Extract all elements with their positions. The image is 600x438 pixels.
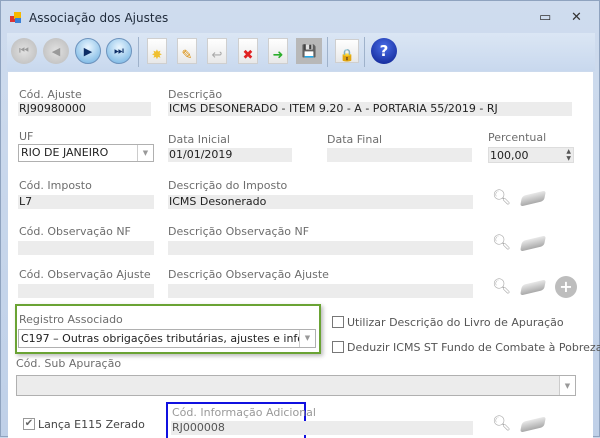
undo-icon: ↩ bbox=[207, 38, 227, 64]
previous-record-button[interactable]: ◀ bbox=[42, 36, 70, 66]
uf-select[interactable]: RIO DE JANEIRO ▼ bbox=[18, 144, 154, 162]
registro-value: C197 – Outras obrigações tributárias, aj… bbox=[21, 332, 316, 345]
undo-button[interactable]: ↩ bbox=[203, 36, 231, 66]
deduzir-label: Deduzir ICMS ST Fundo de Combate à Pobre… bbox=[347, 341, 600, 354]
close-button[interactable]: ✕ bbox=[571, 10, 582, 25]
save-button[interactable]: 💾 bbox=[295, 36, 323, 66]
data-inicial-label: Data Inicial bbox=[168, 133, 230, 146]
search-icon[interactable]: 🔍︎ bbox=[492, 188, 511, 206]
chevron-down-icon[interactable]: ▼ bbox=[559, 376, 575, 395]
utilizar-desc-label: Utilizar Descrição do Livro de Apuração bbox=[347, 316, 564, 329]
percentual-label: Percentual bbox=[488, 131, 547, 144]
toolbar: ⏮ ◀ ▶ ⏭ ✸ ✎ ↩ ✖ ➜ 💾 🔒 ? bbox=[7, 33, 595, 71]
cod-ajuste-label: Cód. Ajuste bbox=[19, 88, 82, 101]
minimize-button[interactable]: ▭ bbox=[539, 10, 551, 25]
sub-apuracao-label: Cód. Sub Apuração bbox=[16, 357, 122, 370]
confirm-arrow-icon: ➜ bbox=[268, 38, 288, 64]
desc-obs-ajuste-label: Descrição Observação Ajuste bbox=[168, 268, 329, 281]
next-icon: ▶ bbox=[75, 38, 101, 64]
last-record-button[interactable]: ⏭ bbox=[105, 36, 133, 66]
lock-icon: 🔒 bbox=[335, 39, 359, 63]
cod-obs-ajuste-label: Cód. Observação Ajuste bbox=[19, 268, 151, 281]
pencil-icon: ✎ bbox=[177, 38, 197, 64]
descricao-label: Descrição bbox=[168, 88, 223, 101]
percentual-input[interactable]: 100,00 ▲ ▼ bbox=[488, 147, 574, 163]
data-inicial-input[interactable]: 01/01/2019 bbox=[168, 148, 292, 162]
delete-icon: ✖ bbox=[238, 38, 258, 64]
data-final-input[interactable] bbox=[327, 148, 472, 162]
app-icon bbox=[10, 12, 22, 24]
desc-imposto-label: Descrição do Imposto bbox=[168, 179, 288, 192]
chevron-down-icon[interactable]: ▼ bbox=[137, 145, 153, 161]
help-icon: ? bbox=[371, 38, 397, 64]
lanca-e115-label: Lança E115 Zerado bbox=[38, 418, 145, 431]
search-icon[interactable]: 🔍︎ bbox=[492, 414, 511, 432]
cod-obs-ajuste-input[interactable] bbox=[18, 284, 154, 298]
desc-obs-nf-label: Descrição Observação NF bbox=[168, 225, 310, 238]
confirm-button[interactable]: ➜ bbox=[264, 36, 292, 66]
registro-select[interactable]: C197 – Outras obrigações tributárias, aj… bbox=[18, 329, 316, 348]
save-disk-icon: 💾 bbox=[296, 38, 322, 64]
chevron-down-icon[interactable]: ▼ bbox=[299, 330, 315, 347]
window-title: Associação dos Ajustes bbox=[29, 11, 169, 25]
deduzir-checkbox[interactable] bbox=[332, 341, 344, 353]
delete-button[interactable]: ✖ bbox=[234, 36, 262, 66]
new-button[interactable]: ✸ bbox=[143, 36, 171, 66]
lock-button[interactable]: 🔒 bbox=[333, 36, 361, 66]
desc-imposto-input[interactable]: ICMS Desonerado bbox=[168, 195, 473, 209]
search-icon[interactable]: 🔍︎ bbox=[492, 277, 511, 295]
cod-info-adic-label: Cód. Informação Adicional bbox=[172, 406, 316, 419]
new-document-icon: ✸ bbox=[147, 38, 167, 64]
lanca-e115-checkbox[interactable]: ✔ bbox=[23, 418, 35, 430]
first-icon: ⏮ bbox=[11, 38, 37, 64]
uf-label: UF bbox=[19, 130, 34, 143]
window: Associação dos Ajustes ▭ ✕ ⏮ ◀ ▶ ⏭ ✸ ✎ ↩… bbox=[0, 0, 600, 438]
search-icon[interactable]: 🔍︎ bbox=[492, 233, 511, 251]
uf-value: RIO DE JANEIRO bbox=[21, 146, 109, 159]
cod-ajuste-input[interactable]: RJ90980000 bbox=[18, 102, 151, 116]
cod-info-adic-input[interactable]: RJ000008 bbox=[171, 421, 473, 435]
spin-arrows-icon[interactable]: ▲ ▼ bbox=[566, 148, 571, 162]
data-final-label: Data Final bbox=[327, 133, 383, 146]
cod-obs-nf-input[interactable] bbox=[18, 241, 154, 255]
first-record-button[interactable]: ⏮ bbox=[10, 36, 38, 66]
next-record-button[interactable]: ▶ bbox=[74, 36, 102, 66]
sub-apuracao-select[interactable]: ▼ bbox=[16, 375, 576, 396]
desc-obs-nf-input[interactable] bbox=[168, 241, 473, 255]
descricao-input[interactable]: ICMS DESONERADO - ITEM 9.20 - A - PORTAR… bbox=[168, 102, 572, 116]
add-icon[interactable]: + bbox=[555, 276, 577, 298]
edit-button[interactable]: ✎ bbox=[173, 36, 201, 66]
cod-imposto-label: Cód. Imposto bbox=[19, 179, 92, 192]
registro-label: Registro Associado bbox=[19, 313, 123, 326]
cod-imposto-input[interactable]: L7 bbox=[18, 195, 154, 209]
help-button[interactable]: ? bbox=[370, 36, 398, 66]
utilizar-desc-checkbox[interactable] bbox=[332, 316, 344, 328]
desc-obs-ajuste-input[interactable] bbox=[168, 284, 473, 298]
last-icon: ⏭ bbox=[106, 38, 132, 64]
cod-obs-nf-label: Cód. Observação NF bbox=[19, 225, 131, 238]
percentual-value: 100,00 bbox=[490, 149, 529, 162]
previous-icon: ◀ bbox=[43, 38, 69, 64]
